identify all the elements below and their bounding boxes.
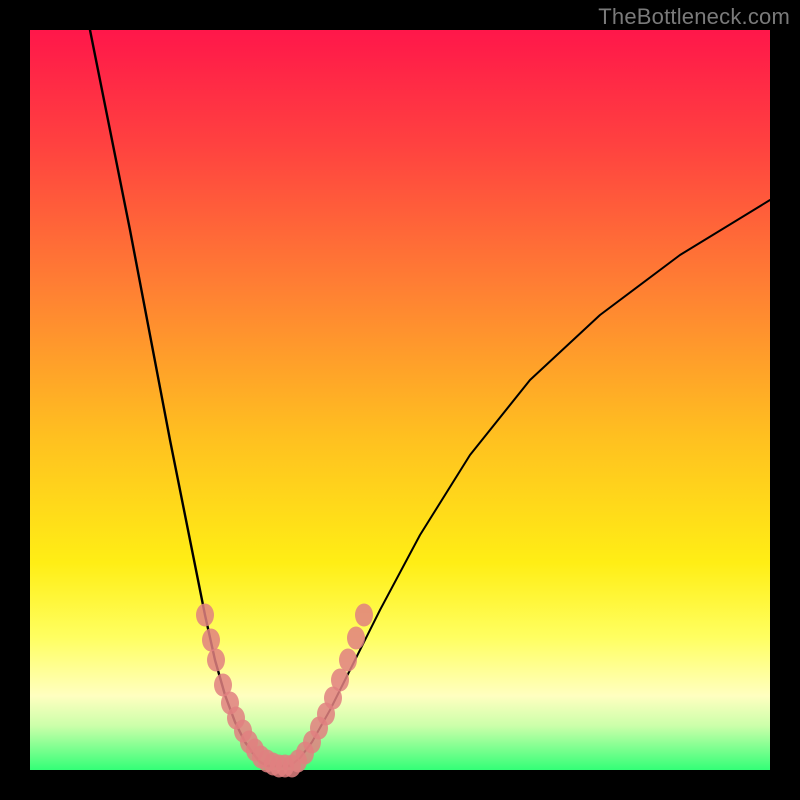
curve-segment <box>90 30 268 766</box>
bead-point <box>196 604 214 627</box>
curve-segment <box>290 200 770 766</box>
plot-area <box>30 30 770 770</box>
bead-markers <box>196 604 373 778</box>
watermark-text: TheBottleneck.com <box>598 4 790 30</box>
bead-point <box>339 649 357 672</box>
bead-point <box>347 627 365 650</box>
bead-point <box>355 604 373 627</box>
curve-lines <box>90 30 770 766</box>
bead-point <box>202 629 220 652</box>
bead-point <box>207 649 225 672</box>
bead-point <box>331 669 349 692</box>
chart-frame: TheBottleneck.com <box>0 0 800 800</box>
chart-svg <box>30 30 770 770</box>
